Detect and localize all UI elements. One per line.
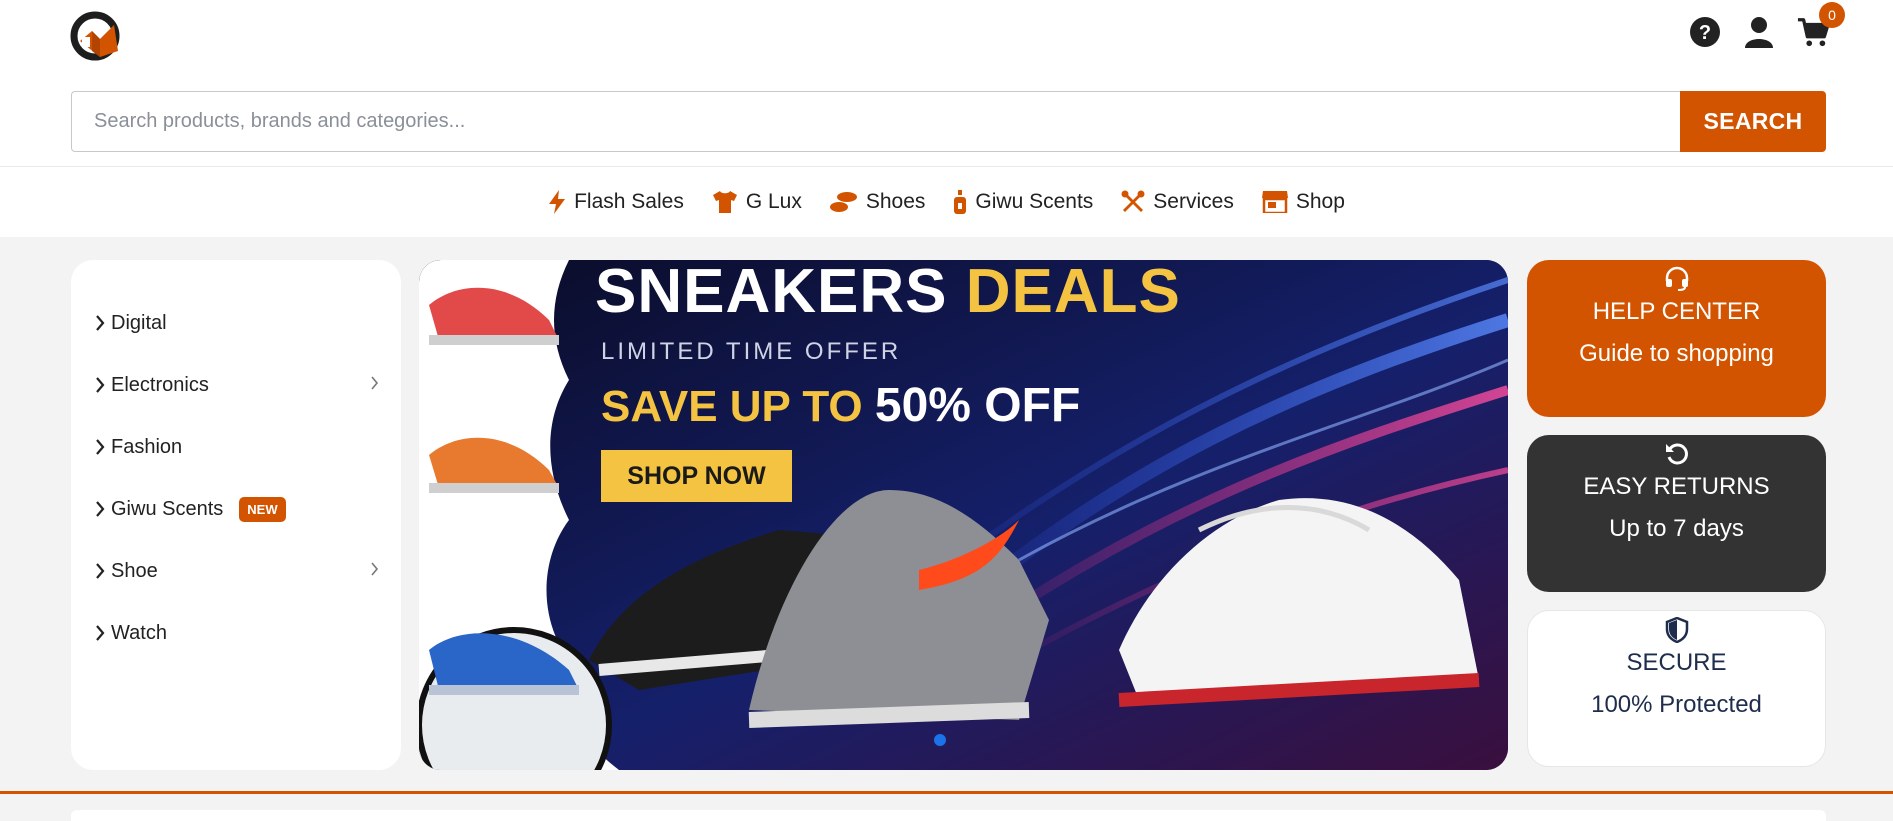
help-center-title: HELP CENTER <box>1592 298 1761 325</box>
hero-subtitle: LIMITED TIME OFFER <box>601 338 902 365</box>
search-button[interactable]: SEARCH <box>1680 91 1826 152</box>
hero-offer-prefix: SAVE UP TO <box>601 382 863 431</box>
chevron-right-icon <box>96 377 105 393</box>
help-icon[interactable]: ? <box>1689 14 1721 50</box>
rotate-left-icon <box>1665 443 1688 465</box>
hero-title-accent: DEALS <box>965 260 1181 326</box>
secure-title: SECURE <box>1626 649 1727 676</box>
hero-banner-image <box>419 260 1508 770</box>
category-sidebar: Digital Electronics Fashion Giwu Scents … <box>71 260 401 770</box>
nav-item-label: Shop <box>1295 190 1345 213</box>
category-label: Fashion <box>111 435 183 458</box>
new-badge: NEW <box>239 496 286 522</box>
chevron-right-icon <box>96 439 105 455</box>
chevron-right-icon <box>96 501 105 517</box>
chevron-right-icon <box>96 315 105 331</box>
easy-returns-card[interactable]: EASY RETURNS Up to 7 days <box>1527 435 1826 592</box>
bolt-icon <box>549 190 566 214</box>
cart-count-badge: 0 <box>1819 2 1845 28</box>
easy-returns-title: EASY RETURNS <box>1583 473 1770 500</box>
brand-logo[interactable] <box>70 11 124 61</box>
hero-title-main: SNEAKERS <box>595 260 948 326</box>
nav-item-g-lux[interactable]: G Lux <box>698 167 816 238</box>
category-item-shoe[interactable]: Shoe <box>71 540 401 602</box>
carousel-dot[interactable] <box>934 734 946 746</box>
search-input[interactable] <box>71 91 1680 152</box>
header-actions: ? 0 <box>1689 2 1845 50</box>
nav-item-label: Flash Sales <box>574 190 684 213</box>
main-nav: Flash Sales G Lux Shoes Giwu Scents Serv… <box>0 166 1893 237</box>
site-header: ? 0 SEARCH <box>0 0 1893 166</box>
tshirt-icon <box>712 191 737 213</box>
category-item-digital[interactable]: Digital <box>71 292 401 354</box>
nav-item-label: G Lux <box>745 190 802 213</box>
cart-icon[interactable]: 0 <box>1797 2 1845 50</box>
secure-card[interactable]: SECURE 100% Protected <box>1527 610 1826 767</box>
nav-item-giwu-scents[interactable]: Giwu Scents <box>939 167 1107 238</box>
nav-item-shop[interactable]: Shop <box>1248 167 1359 238</box>
submenu-chevron-icon <box>371 562 379 576</box>
perfume-bottle-icon <box>954 190 967 214</box>
headset-icon <box>1665 266 1688 291</box>
nav-item-label: Shoes <box>865 190 926 213</box>
next-section-card <box>71 810 1826 821</box>
chevron-right-icon <box>96 563 105 579</box>
store-icon <box>1261 191 1288 213</box>
user-icon[interactable] <box>1743 14 1775 50</box>
hero-title: SNEAKERS DEALS <box>595 260 1181 327</box>
hero-banner[interactable]: SNEAKERS DEALS LIMITED TIME OFFER SAVE U… <box>419 260 1508 770</box>
shop-now-button[interactable]: SHOP NOW <box>601 450 792 502</box>
submenu-chevron-icon <box>371 376 379 390</box>
category-label: Electronics <box>111 373 209 396</box>
category-label: Digital <box>111 311 167 334</box>
category-label: Giwu Scents <box>111 497 224 520</box>
easy-returns-subtitle: Up to 7 days <box>1609 515 1744 542</box>
category-item-electronics[interactable]: Electronics <box>71 354 401 416</box>
help-center-subtitle: Guide to shopping <box>1579 340 1774 367</box>
category-label: Watch <box>111 621 167 644</box>
shield-icon <box>1665 617 1688 643</box>
tools-icon <box>1121 190 1145 212</box>
help-center-card[interactable]: HELP CENTER Guide to shopping <box>1527 260 1826 417</box>
category-label: Shoe <box>111 559 158 582</box>
secure-subtitle: 100% Protected <box>1591 691 1762 718</box>
nav-item-label: Giwu Scents <box>975 190 1094 213</box>
search-bar: SEARCH <box>71 91 1826 152</box>
svg-text:?: ? <box>1699 22 1711 44</box>
nav-item-flash-sales[interactable]: Flash Sales <box>534 167 698 238</box>
category-item-giwu-scents[interactable]: Giwu Scents NEW <box>71 478 401 540</box>
category-item-fashion[interactable]: Fashion <box>71 416 401 478</box>
nav-item-label: Services <box>1153 190 1234 213</box>
shoe-prints-icon <box>829 192 857 212</box>
hero-offer: SAVE UP TO 50% OFF <box>601 378 1080 433</box>
nav-item-shoes[interactable]: Shoes <box>816 167 940 238</box>
nav-item-services[interactable]: Services <box>1107 167 1248 238</box>
hero-offer-amount: 50% OFF <box>874 379 1081 432</box>
category-item-watch[interactable]: Watch <box>71 602 401 664</box>
section-divider <box>0 791 1893 794</box>
chevron-right-icon <box>96 625 105 641</box>
